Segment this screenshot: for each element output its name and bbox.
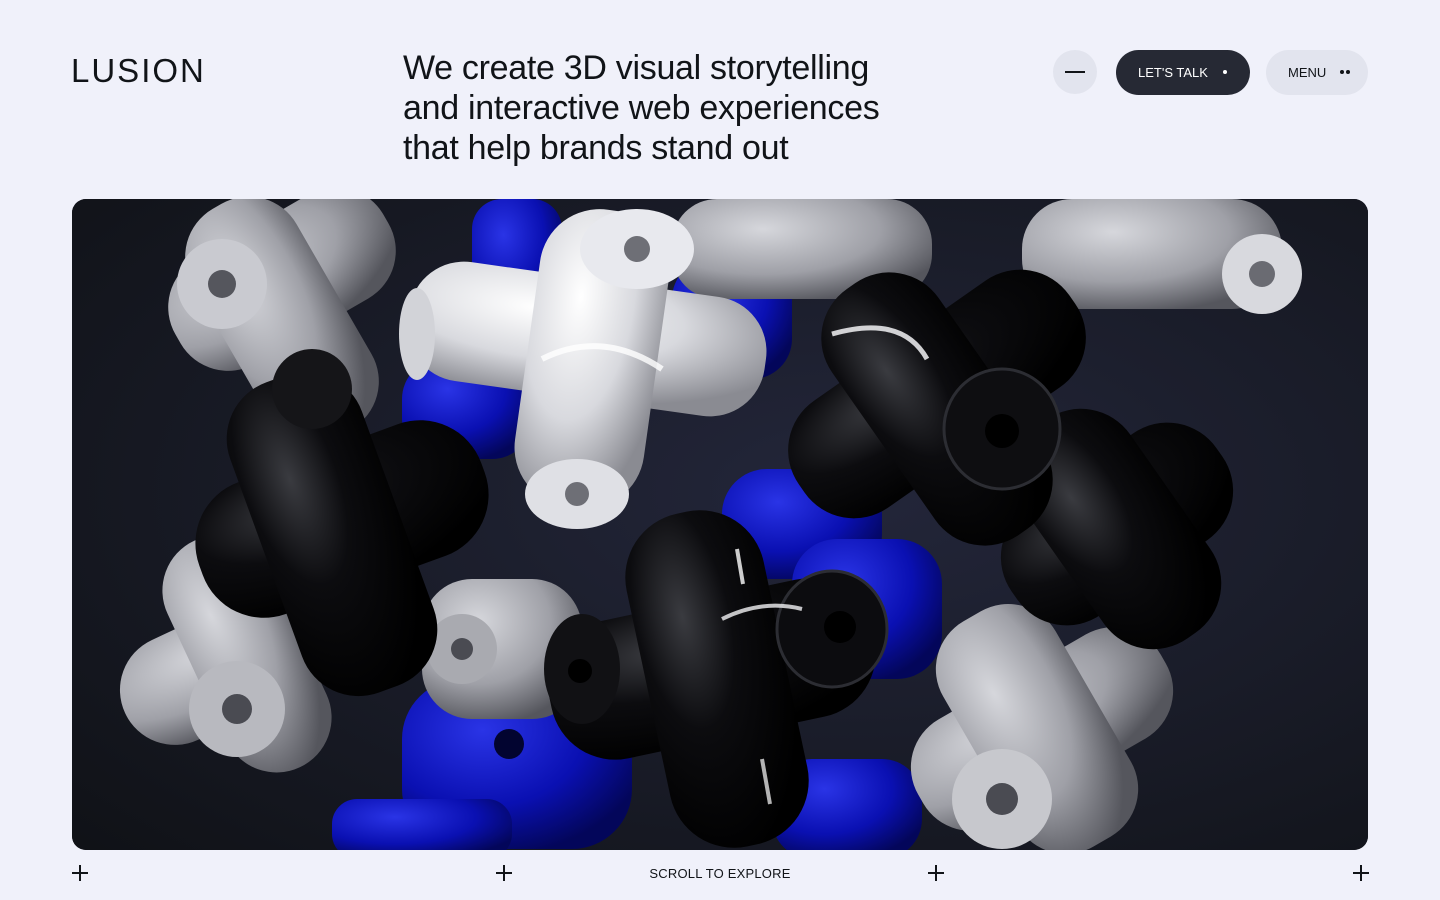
scroll-to-explore-label: SCROLL TO EXPLORE — [649, 866, 791, 881]
headline-line-2: and interactive web experiences — [403, 89, 880, 127]
plus-icon — [1353, 865, 1369, 881]
menu-button[interactable]: MENU — [1266, 50, 1368, 95]
hero-3d-artwork — [72, 199, 1368, 850]
hero-headline: We create 3D visual storytelling and int… — [403, 48, 963, 168]
lets-talk-button[interactable]: LET'S TALK — [1116, 50, 1250, 95]
two-dots-icon — [1340, 70, 1350, 74]
minus-icon — [1065, 71, 1085, 73]
lets-talk-label: LET'S TALK — [1138, 65, 1208, 80]
dot-icon — [1223, 70, 1227, 74]
hero-3d-scene[interactable] — [72, 199, 1368, 850]
headline-line-3: that help brands stand out — [403, 129, 789, 167]
headline-line-1: We create 3D visual storytelling — [403, 49, 869, 87]
plus-icon — [72, 865, 88, 881]
collapse-button[interactable] — [1053, 50, 1097, 94]
menu-label: MENU — [1288, 65, 1327, 80]
logo[interactable]: LUSION — [71, 52, 206, 90]
plus-icon — [928, 865, 944, 881]
plus-icon — [496, 865, 512, 881]
